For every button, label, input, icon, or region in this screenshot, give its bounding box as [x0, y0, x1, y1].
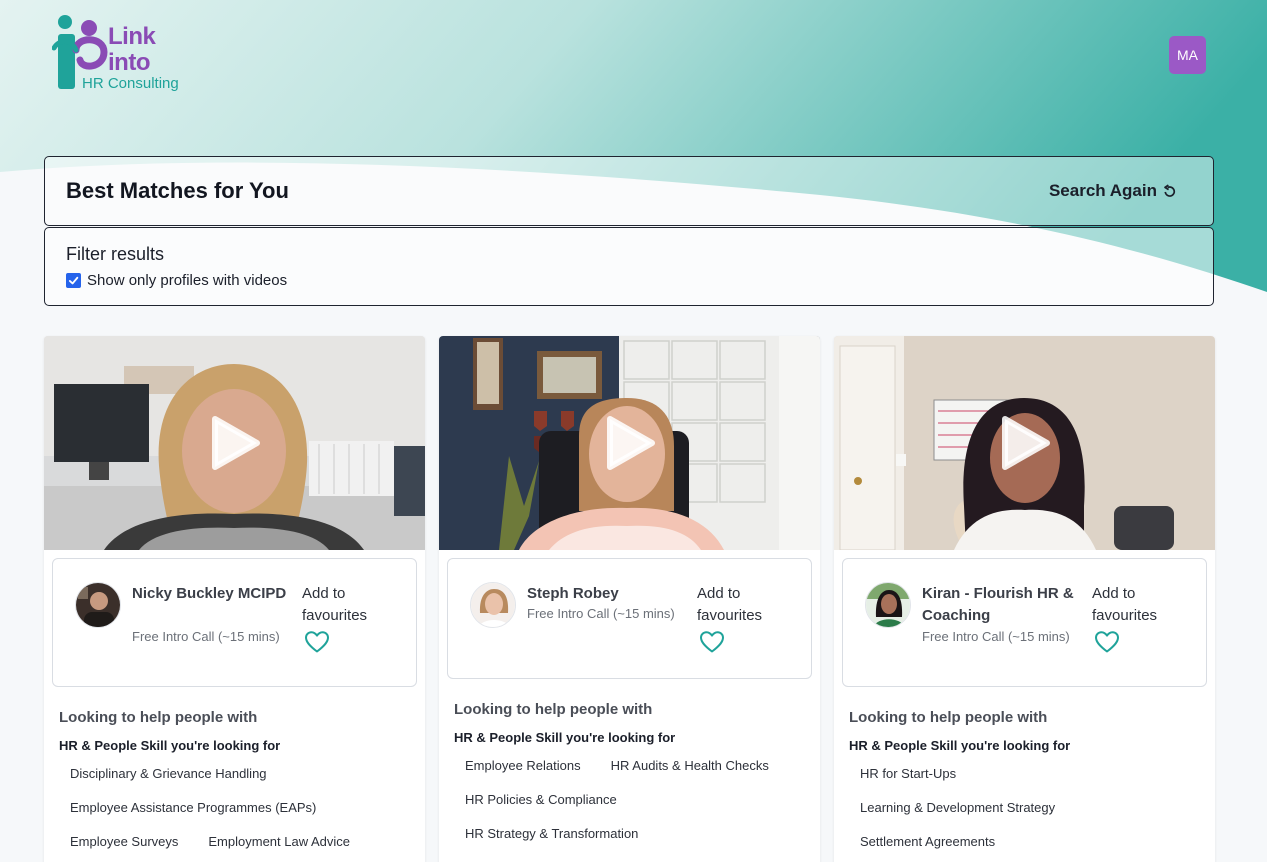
video-filter-row[interactable]: Show only profiles with videos [66, 272, 1192, 289]
profile-name[interactable]: Steph Robey [527, 583, 687, 605]
skill-tag: HR Policies & Compliance [465, 792, 617, 807]
intro-call-tag: Free Intro Call (~15 mins) [132, 629, 280, 644]
skill-tag: HR for Start-Ups [860, 766, 957, 781]
profile-card: Kiran - Flourish HR & Coaching Free Intr… [834, 336, 1215, 862]
profile-photo[interactable] [470, 582, 516, 628]
check-icon [68, 276, 79, 285]
page-title: Best Matches for You [66, 178, 289, 203]
linkinto-logo[interactable]: Link into HR Consulting [52, 14, 202, 96]
profile-video[interactable] [439, 336, 820, 550]
help-section-title: Looking to help people with [849, 709, 1048, 726]
top-bar: Link into HR Consulting MA [0, 0, 1267, 120]
intro-call-tag: Free Intro Call (~15 mins) [922, 629, 1070, 644]
logo-text-subtitle: HR Consulting [82, 75, 179, 92]
skill-list: HR for Start-Ups Learning & Development … [849, 761, 1215, 862]
heart-icon[interactable] [1094, 630, 1120, 654]
play-icon [1001, 416, 1050, 470]
help-section-title: Looking to help people with [454, 701, 653, 718]
skill-tag: HR Audits & Health Checks [610, 758, 769, 773]
heart-icon[interactable] [304, 630, 330, 654]
profile-summary: Nicky Buckley MCIPD Free Intro Call (~15… [52, 558, 417, 687]
profile-name[interactable]: Kiran - Flourish HR & Coaching [922, 583, 1082, 627]
help-section-title: Looking to help people with [59, 709, 258, 726]
add-favourites-label: Add to favourites [302, 585, 368, 624]
skill-section-title: HR & People Skill you're looking for [454, 730, 676, 745]
profile-name[interactable]: Nicky Buckley MCIPD [132, 583, 292, 605]
profile-photo[interactable] [75, 582, 121, 628]
heart-icon[interactable] [699, 630, 725, 654]
add-favourites-label: Add to favourites [1092, 585, 1158, 624]
filter-title: Filter results [66, 244, 165, 264]
skill-tag: Employee Assistance Programmes (EAPs) [70, 800, 317, 815]
search-again-label: Search Again [1048, 181, 1157, 200]
profile-video[interactable] [834, 336, 1215, 550]
refresh-icon [1164, 183, 1176, 197]
skill-tag: HR Strategy & Transformation [465, 826, 639, 841]
add-favourites-label: Add to favourites [697, 585, 763, 624]
skill-list: Employee Relations HR Audits & Health Ch… [454, 753, 820, 855]
skill-tag: Disciplinary & Grievance Handling [70, 766, 267, 781]
user-avatar-button[interactable]: MA [1169, 36, 1206, 74]
profile-card: Nicky Buckley MCIPD Free Intro Call (~15… [44, 336, 425, 862]
profile-card: Steph Robey Free Intro Call (~15 mins) A… [439, 336, 820, 862]
intro-call-tag: Free Intro Call (~15 mins) [527, 606, 675, 621]
logo-text-into: into [108, 49, 150, 76]
search-again-button[interactable]: Search Again [1049, 181, 1177, 201]
profile-video[interactable] [44, 336, 425, 550]
profile-photo[interactable] [865, 582, 911, 628]
show-videos-checkbox[interactable] [66, 273, 81, 288]
skill-tag: Employee Relations [465, 758, 581, 773]
logo-text-link: Link [108, 23, 156, 50]
skill-tag: Learning & Development Strategy [860, 800, 1056, 815]
filter-panel: Filter results Show only profiles with v… [44, 227, 1214, 306]
skill-list: Disciplinary & Grievance Handling Employ… [59, 761, 425, 862]
skill-section-title: HR & People Skill you're looking for [59, 738, 281, 753]
play-icon [606, 416, 655, 470]
skill-section-title: HR & People Skill you're looking for [849, 738, 1071, 753]
play-icon [211, 416, 260, 470]
profile-summary: Steph Robey Free Intro Call (~15 mins) A… [447, 558, 812, 679]
skill-tag: Settlement Agreements [860, 834, 996, 849]
profile-summary: Kiran - Flourish HR & Coaching Free Intr… [842, 558, 1207, 687]
skill-tag: Employee Surveys [70, 834, 179, 849]
best-matches-bar: Best Matches for You Search Again [44, 156, 1214, 226]
skill-tag: Employment Law Advice [208, 834, 351, 849]
show-videos-label: Show only profiles with videos [87, 272, 288, 289]
